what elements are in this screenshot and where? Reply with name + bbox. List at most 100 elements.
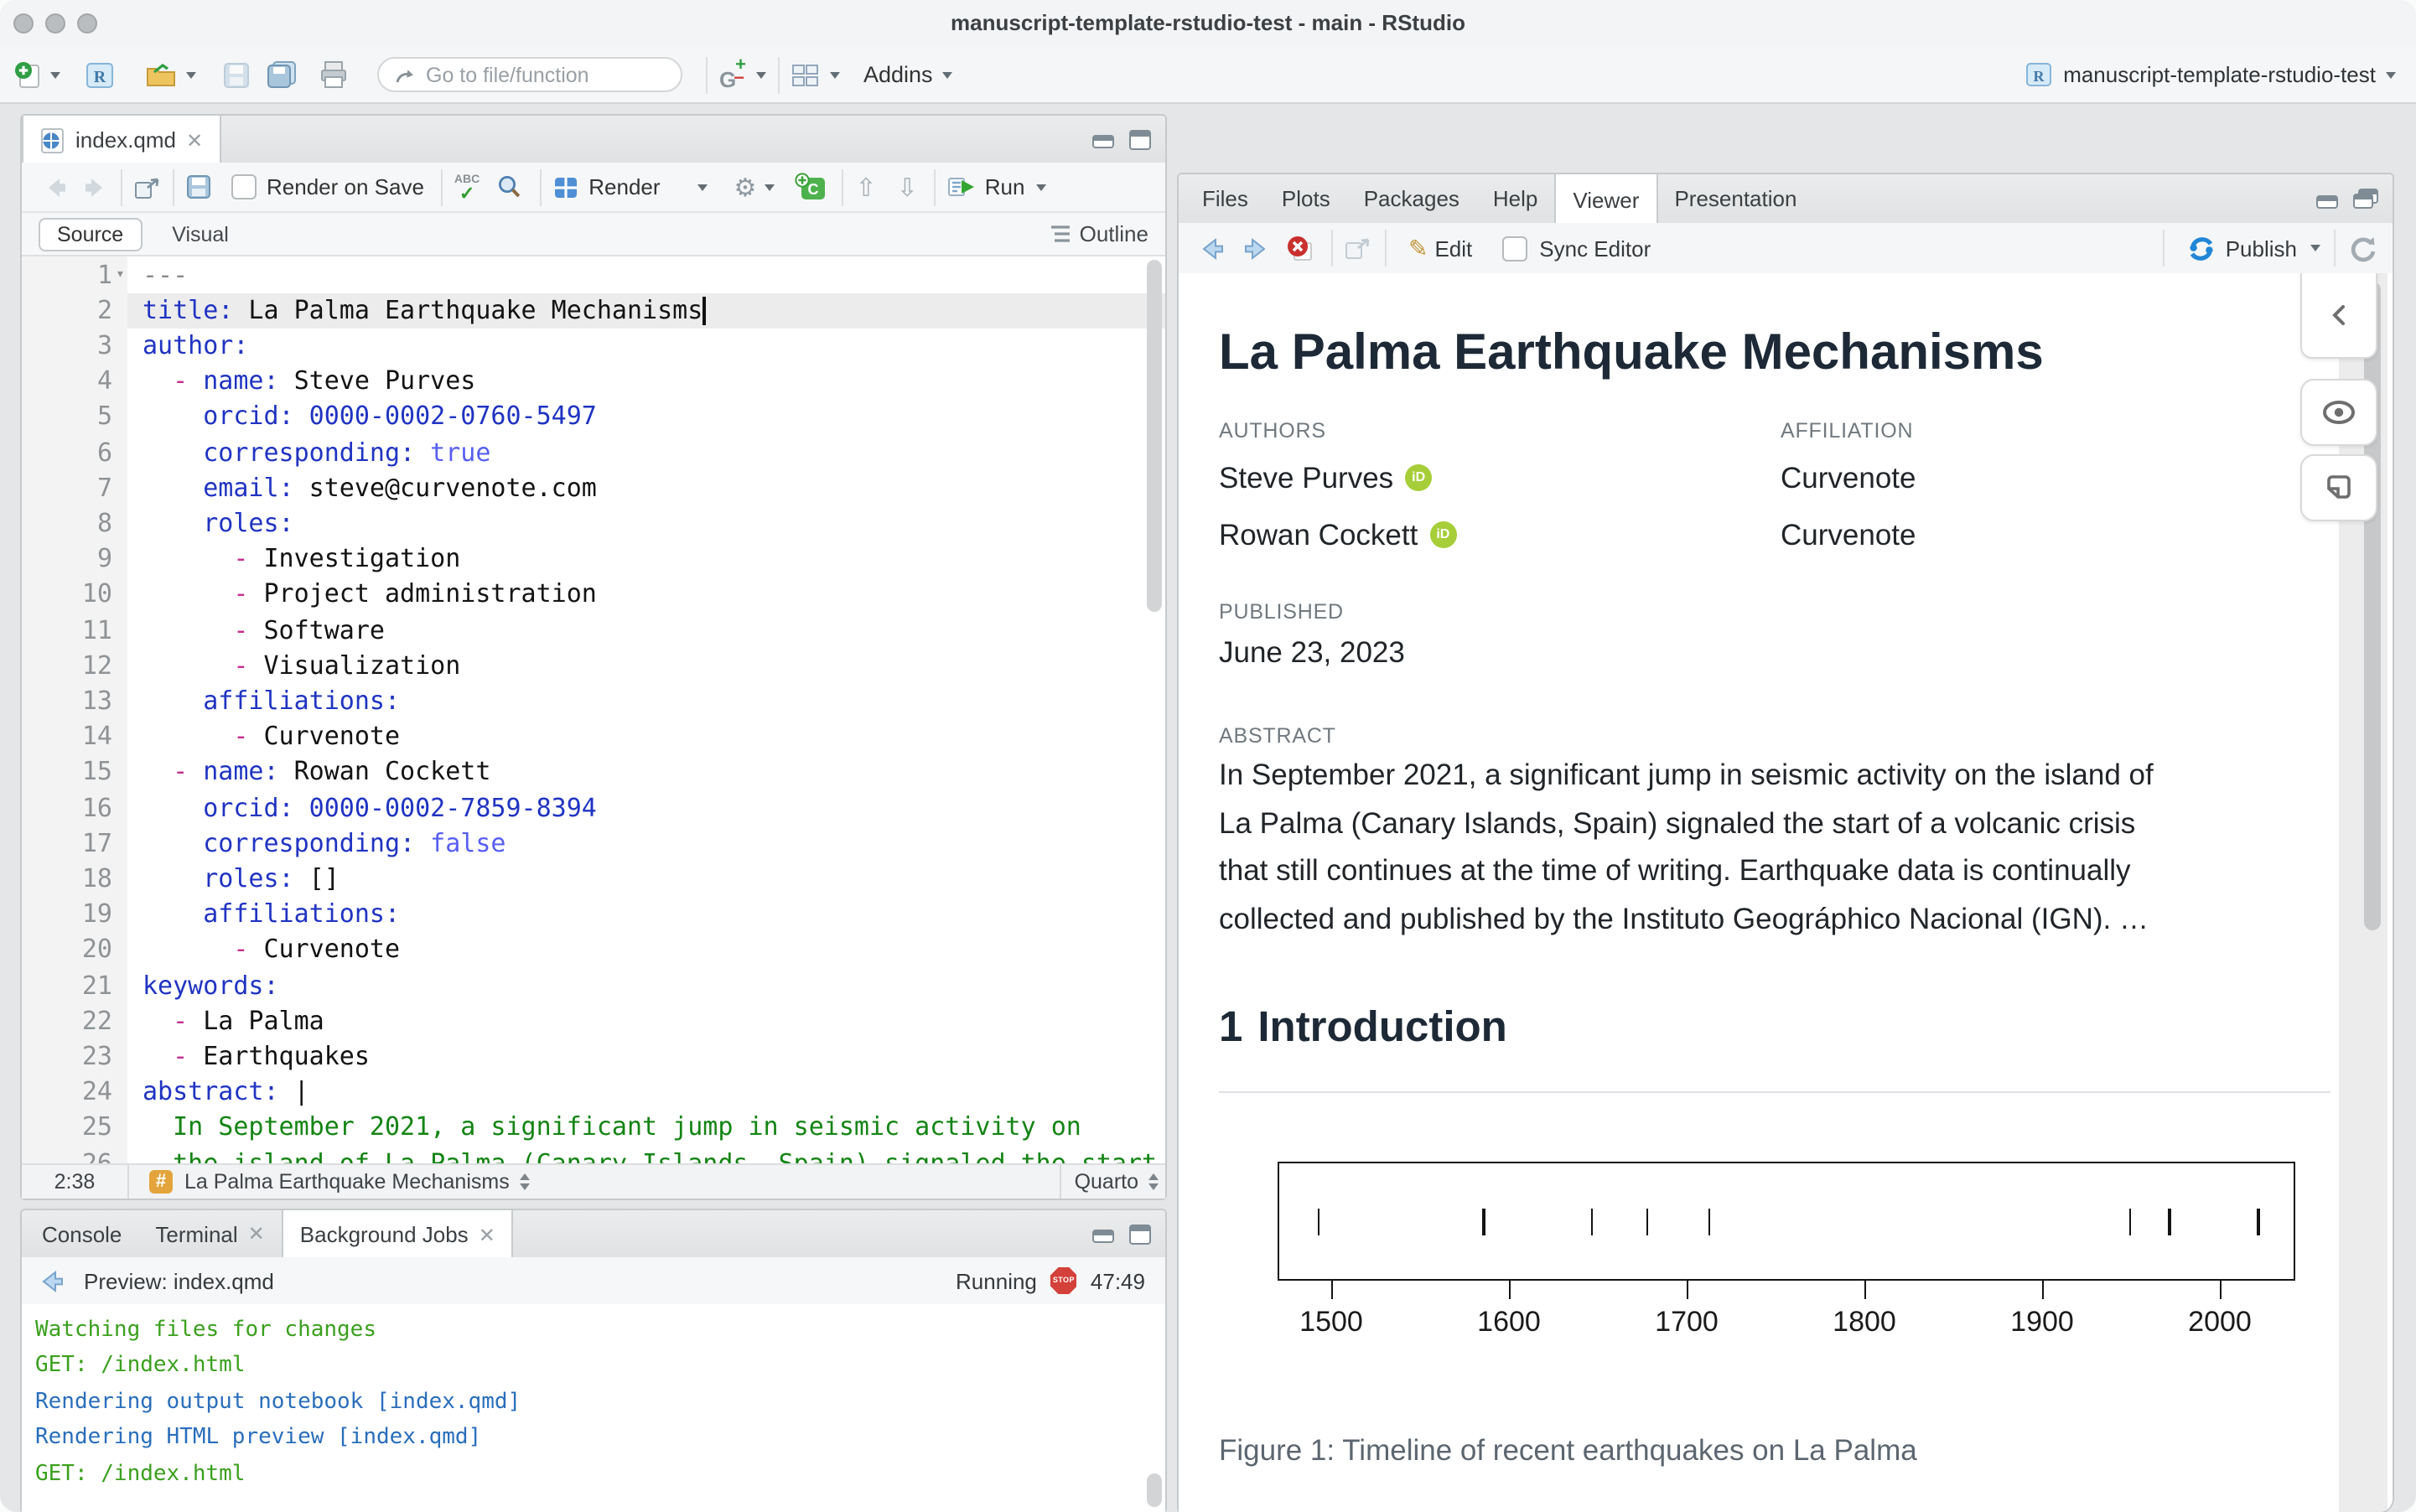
addins-dropdown[interactable] — [943, 71, 953, 78]
viewer-back-icon[interactable] — [1199, 236, 1227, 261]
viewer-forward-icon[interactable] — [1241, 236, 1269, 261]
addins-menu[interactable]: Addins — [863, 62, 933, 87]
run-next-icon[interactable]: ⇩ — [897, 172, 918, 202]
restore-pane-icon[interactable] — [2352, 188, 2379, 210]
code-editor[interactable]: 1▾---2title: La Palma Earthquake Mechani… — [22, 256, 1165, 1165]
console-scrollbar[interactable] — [1147, 1473, 1162, 1507]
maximize-pane-icon[interactable] — [1128, 128, 1152, 150]
popout-icon[interactable] — [134, 175, 161, 199]
job-output[interactable]: Watching files for changesGET: /index.ht… — [22, 1304, 1165, 1512]
tab-viewer[interactable]: Viewer — [1554, 174, 1657, 225]
code-line[interactable]: 15 - name: Rowan Cockett — [22, 755, 1165, 790]
code-line[interactable]: 18 roles: [] — [22, 862, 1165, 897]
code-line[interactable]: 1▾--- — [22, 257, 1165, 293]
run-previous-icon[interactable]: ⇧ — [855, 172, 876, 202]
sync-editor-checkbox[interactable] — [1502, 236, 1527, 261]
code-line[interactable]: 26 the island of La Palma (Canary Island… — [22, 1146, 1165, 1165]
project-menu[interactable]: R manuscript-template-rstudio-test — [2025, 60, 2396, 89]
close-terminal-icon[interactable]: ✕ — [248, 1222, 265, 1245]
render-button[interactable]: Render — [588, 174, 660, 199]
minimize-pane-icon[interactable] — [1091, 129, 1115, 149]
stop-job-icon[interactable]: STOP — [1050, 1267, 1077, 1294]
code-line[interactable]: 11 - Software — [22, 613, 1165, 648]
code-line[interactable]: 4 - name: Steve Purves — [22, 364, 1165, 399]
code-line[interactable]: 8 roles: — [22, 506, 1165, 541]
publish-button[interactable]: Publish — [2226, 236, 2297, 261]
save-all-button[interactable] — [267, 60, 298, 89]
tab-presentation[interactable]: Presentation — [1657, 174, 1813, 223]
code-line[interactable]: 6 corresponding: true — [22, 435, 1165, 470]
tab-background-jobs[interactable]: Background Jobs✕ — [282, 1210, 514, 1259]
source-mode-button[interactable]: Source — [39, 217, 142, 251]
new-project-button[interactable]: R — [84, 58, 117, 91]
section-jump-menu[interactable]: La Palma Earthquake Mechanisms — [184, 1170, 510, 1194]
code-line[interactable]: 21keywords: — [22, 968, 1165, 1003]
annotation-button[interactable] — [2300, 454, 2377, 521]
visibility-button[interactable] — [2300, 379, 2377, 446]
render-on-save-checkbox[interactable] — [231, 174, 257, 199]
clear-viewer-icon[interactable] — [1286, 235, 1314, 261]
code-line[interactable]: 3author: — [22, 329, 1165, 364]
visual-mode-button[interactable]: Visual — [155, 219, 246, 249]
run-dropdown[interactable] — [1036, 184, 1046, 190]
render-dropdown[interactable] — [697, 184, 708, 190]
code-line[interactable]: 7 email: steve@curvenote.com — [22, 470, 1165, 505]
gear-icon[interactable]: ⚙ — [734, 172, 757, 202]
minimize-pane-icon[interactable] — [1091, 1224, 1115, 1244]
tab-plots[interactable]: Plots — [1265, 174, 1347, 223]
new-file-button[interactable] — [13, 60, 42, 90]
spellcheck-button[interactable]: ABC✓ — [454, 172, 480, 202]
collapse-sidebar-button[interactable] — [2300, 273, 2377, 359]
code-line[interactable]: 14 - Curvenote — [22, 719, 1165, 754]
new-file-dropdown[interactable] — [50, 71, 60, 78]
code-line[interactable]: 23 - Earthquakes — [22, 1039, 1165, 1074]
save-button[interactable] — [223, 61, 250, 88]
code-line[interactable]: 12 - Visualization — [22, 648, 1165, 683]
code-line[interactable]: 13 affiliations: — [22, 684, 1165, 719]
code-line[interactable]: 25 In September 2021, a significant jump… — [22, 1111, 1165, 1146]
code-line[interactable]: 16 orcid: 0000-0002-7859-8394 — [22, 790, 1165, 826]
code-line[interactable]: 17 corresponding: false — [22, 826, 1165, 861]
edit-button[interactable]: Edit — [1434, 236, 1472, 261]
orcid-icon[interactable]: iD — [1405, 464, 1432, 491]
outline-toggle[interactable]: Outline — [1050, 221, 1148, 246]
popout-icon[interactable] — [1345, 236, 1371, 260]
workspace-panes-button[interactable] — [791, 63, 820, 86]
tab-files[interactable]: Files — [1185, 174, 1265, 223]
fold-arrow-icon[interactable]: ▾ — [116, 257, 132, 293]
filetype-menu[interactable]: Quarto — [1075, 1170, 1138, 1194]
code-line[interactable]: 20 - Curvenote — [22, 933, 1165, 968]
open-file-button[interactable] — [144, 60, 178, 89]
editor-scrollbar[interactable] — [1147, 260, 1162, 612]
code-line[interactable]: 2title: La Palma Earthquake Mechanisms — [22, 293, 1165, 328]
refresh-icon[interactable] — [2347, 233, 2379, 263]
forward-icon[interactable] — [82, 175, 109, 199]
minimize-pane-icon[interactable] — [2315, 189, 2339, 209]
tab-packages[interactable]: Packages — [1347, 174, 1476, 223]
section-spinner-icon[interactable] — [520, 1173, 530, 1190]
code-line[interactable]: 10 - Project administration — [22, 577, 1165, 613]
code-line[interactable]: 9 - Investigation — [22, 541, 1165, 577]
publish-dropdown[interactable] — [2310, 245, 2320, 251]
back-icon[interactable] — [42, 175, 69, 199]
code-line[interactable]: 24abstract: | — [22, 1074, 1165, 1110]
version-control-button[interactable]: + − G — [719, 58, 746, 91]
tab-console[interactable]: Console — [25, 1210, 138, 1257]
version-control-dropdown[interactable] — [756, 71, 766, 78]
code-line[interactable]: 22 - La Palma — [22, 1003, 1165, 1038]
search-icon[interactable] — [496, 174, 523, 199]
close-tab-icon[interactable]: ✕ — [186, 128, 203, 152]
insert-chunk-icon[interactable]: C — [795, 173, 827, 201]
settings-dropdown[interactable] — [765, 184, 775, 190]
open-file-dropdown[interactable] — [186, 71, 196, 78]
back-icon[interactable] — [39, 1268, 67, 1293]
goto-file-search[interactable]: Go to file/function — [377, 57, 682, 92]
save-document-icon[interactable] — [186, 174, 211, 199]
tab-index-qmd[interactable]: index.qmd ✕ — [22, 116, 221, 164]
panes-dropdown[interactable] — [830, 71, 840, 78]
close-jobs-icon[interactable]: ✕ — [479, 1223, 495, 1246]
filetype-spinner-icon[interactable] — [1148, 1173, 1159, 1190]
code-line[interactable]: 19 affiliations: — [22, 897, 1165, 932]
orcid-icon[interactable]: iD — [1429, 521, 1456, 548]
run-button[interactable]: Run — [985, 174, 1025, 199]
